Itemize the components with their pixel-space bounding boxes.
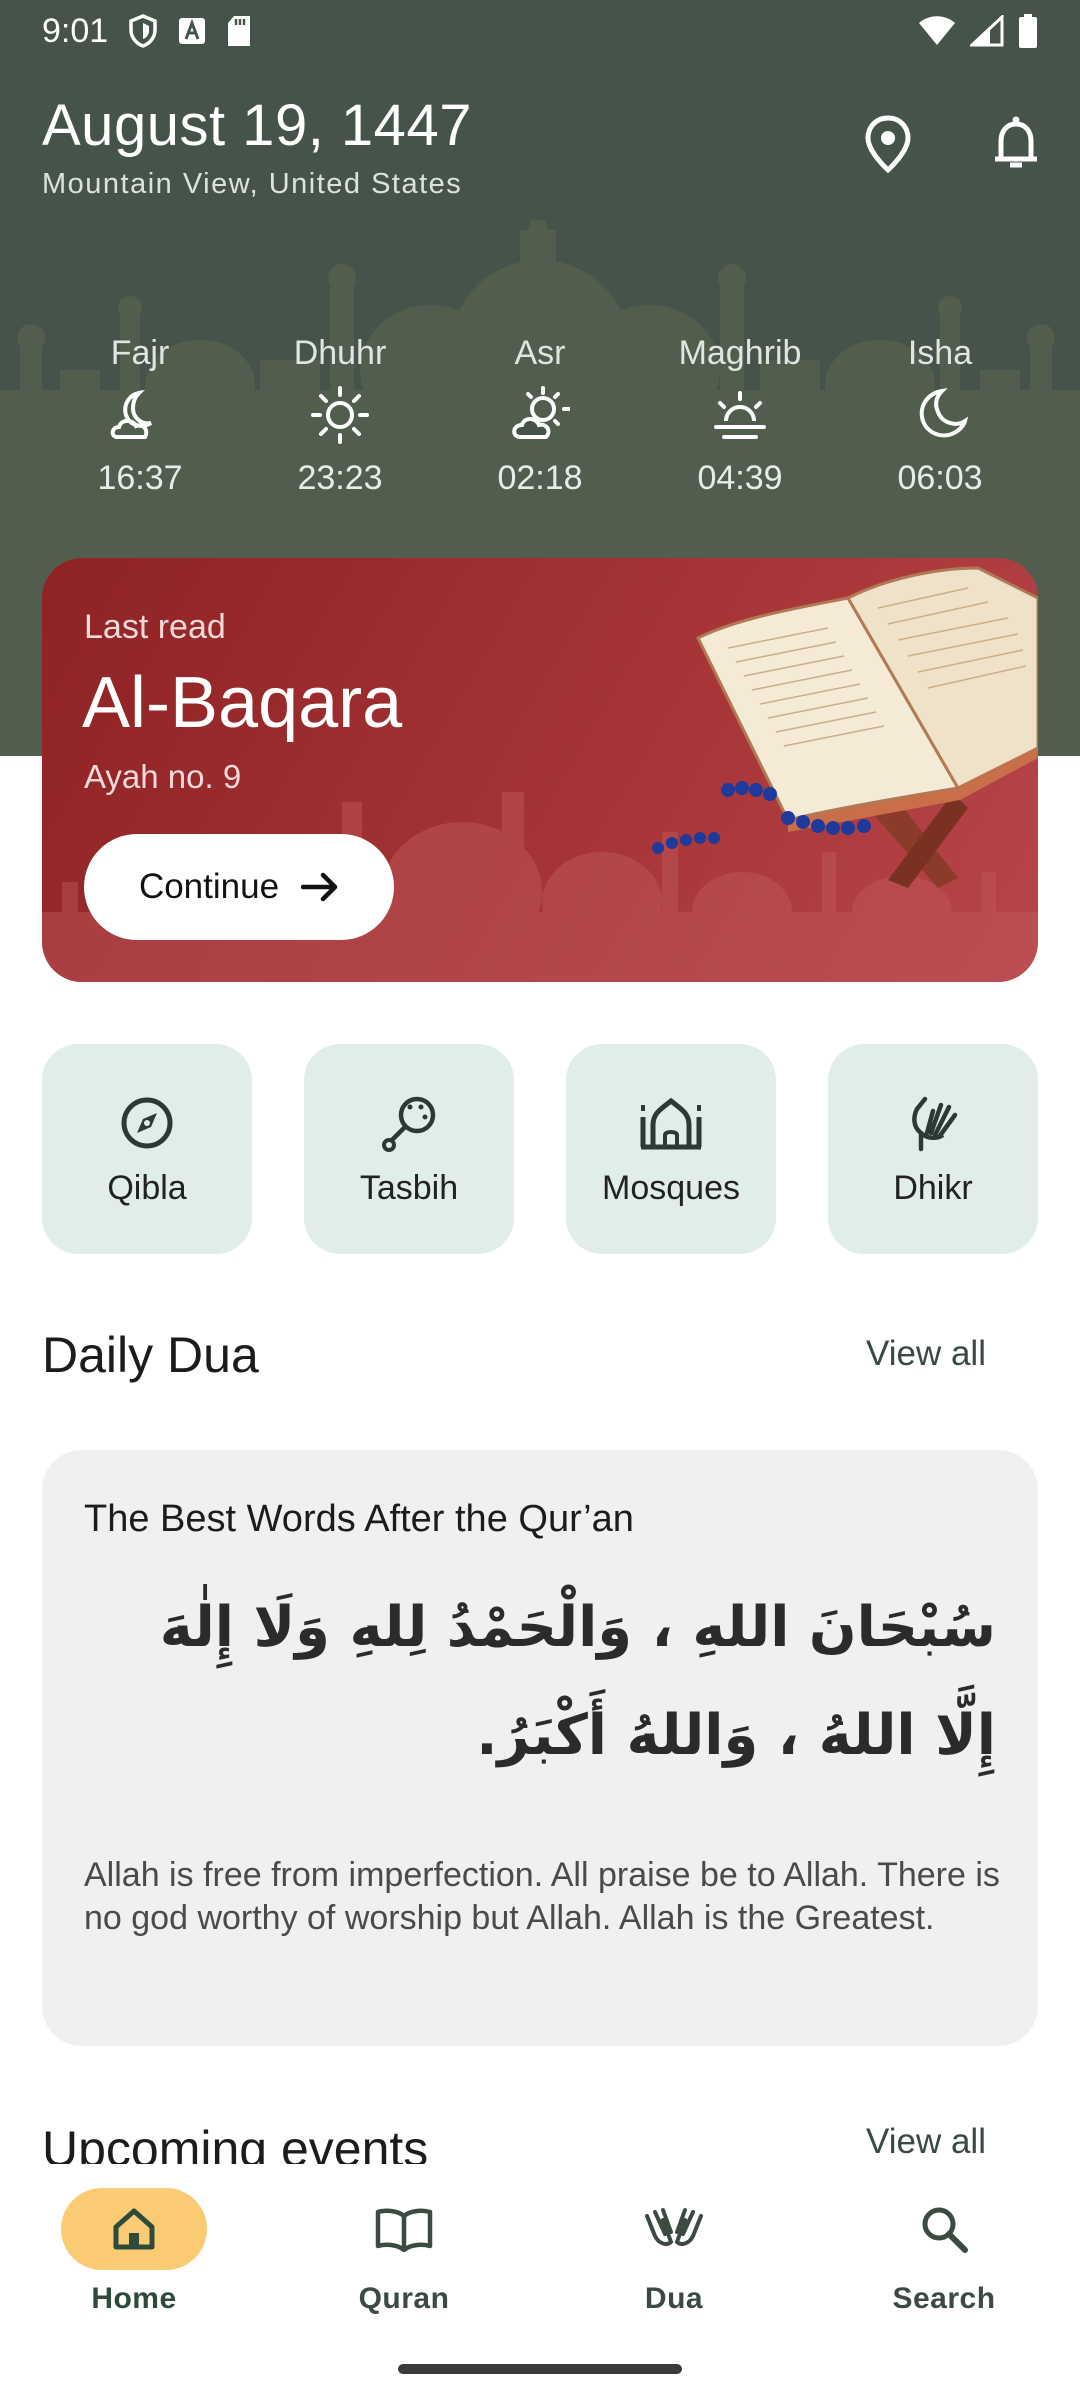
home-indicator[interactable] xyxy=(398,2364,682,2374)
prayer-isha: Isha 06:03 xyxy=(860,334,1020,498)
prayer-name: Fajr xyxy=(110,334,170,372)
nav-quran-label: Quran xyxy=(358,2282,450,2315)
prayer-time: 02:18 xyxy=(497,459,583,497)
location-label: Mountain View, United States xyxy=(42,168,463,200)
prayer-times: Fajr 16:37 Dhuhr 23:23 Asr 02:18 Maghrib xyxy=(60,334,1020,498)
prayer-name: Maghrib xyxy=(678,334,802,372)
nav-home-label: Home xyxy=(91,2282,177,2315)
mosques-button[interactable]: Mosques xyxy=(566,1044,776,1254)
upcoming-view-all-link[interactable]: View all xyxy=(866,2122,986,2162)
nav-quran-pill xyxy=(331,2188,477,2270)
dua-title: The Best Words After the Qur’an xyxy=(84,1498,634,1540)
home-icon xyxy=(113,2208,155,2250)
daily-dua-view-all-link[interactable]: View all xyxy=(866,1334,986,1374)
hands-icon xyxy=(901,1091,965,1155)
wifi-icon xyxy=(919,16,955,45)
qibla-label: Qibla xyxy=(107,1168,187,1207)
qibla-button[interactable]: Qibla xyxy=(42,1044,252,1254)
location-button[interactable] xyxy=(856,112,920,176)
praying-hands-icon xyxy=(645,2208,703,2246)
sun-icon xyxy=(308,383,372,447)
tasbih-button[interactable]: Tasbih xyxy=(304,1044,514,1254)
prayer-fajr: Fajr 16:37 xyxy=(60,334,220,498)
prayer-dhuhr: Dhuhr 23:23 xyxy=(260,334,420,498)
dua-translation: Allah is free from imperfection. All pra… xyxy=(84,1856,1000,1937)
last-read-label: Last read xyxy=(84,608,226,646)
prayer-maghrib: Maghrib 04:39 xyxy=(660,334,820,498)
prayer-time: 23:23 xyxy=(297,459,383,497)
dua-card[interactable]: The Best Words After the Qur’an سُبْحَان… xyxy=(42,1450,1038,2046)
sunset-icon xyxy=(708,383,772,447)
nav-search-label: Search xyxy=(892,2282,996,2315)
upcoming-events-title: Upcoming events xyxy=(42,2121,429,2164)
signal-icon xyxy=(970,15,1004,47)
battery-icon xyxy=(1019,14,1037,48)
arrow-right-icon xyxy=(301,872,338,902)
sun-cloud-icon xyxy=(508,383,572,447)
nav-home[interactable]: Home xyxy=(34,2188,234,2316)
location-pin-icon xyxy=(865,115,911,173)
moon-icon xyxy=(908,383,972,447)
tasbih-label: Tasbih xyxy=(359,1168,459,1207)
hijri-date: August 19, 1447 xyxy=(42,93,472,158)
tasbih-icon xyxy=(377,1091,441,1155)
sd-card-icon xyxy=(228,16,250,46)
nav-home-pill xyxy=(61,2188,207,2270)
bell-icon xyxy=(995,116,1037,168)
prayer-time: 06:03 xyxy=(897,459,983,497)
search-icon xyxy=(922,2207,968,2253)
mosque-icon xyxy=(639,1091,703,1155)
nav-quran[interactable]: Quran xyxy=(304,2188,504,2316)
shield-icon xyxy=(129,14,157,48)
mosques-label: Mosques xyxy=(602,1168,740,1207)
nav-dua-pill xyxy=(601,2188,747,2270)
nav-search[interactable]: Search xyxy=(844,2188,1044,2316)
continue-label: Continue xyxy=(138,867,280,906)
dua-arabic-text: سُبْحَانَ اللهِ ، وَالْحَمْدُ لِلهِ وَلَ… xyxy=(159,1595,996,1768)
daily-dua-title: Daily Dua xyxy=(42,1327,259,1383)
quick-actions: Qibla Tasbih Mosques Dhikr xyxy=(42,1044,1038,1254)
prayer-time: 04:39 xyxy=(697,459,783,497)
nav-search-pill xyxy=(871,2188,1017,2270)
surah-name: Al-Baqara xyxy=(82,663,403,743)
prayer-name: Isha xyxy=(907,334,973,372)
quran-book-illustration xyxy=(652,566,1038,888)
prayer-asr: Asr 02:18 xyxy=(460,334,620,498)
compass-icon xyxy=(115,1091,179,1155)
status-time: 9:01 xyxy=(42,12,109,50)
prayer-name: Asr xyxy=(514,334,566,372)
continue-button[interactable]: Continue xyxy=(84,834,394,940)
book-icon xyxy=(375,2208,433,2252)
last-read-card[interactable]: Last read Al-Baqara Ayah no. 9 Continue xyxy=(42,558,1038,982)
dhikr-button[interactable]: Dhikr xyxy=(828,1044,1038,1254)
prayer-name: Dhuhr xyxy=(293,334,387,372)
font-a-icon xyxy=(179,18,205,44)
nav-dua[interactable]: Dua xyxy=(574,2188,774,2316)
nav-dua-label: Dua xyxy=(644,2282,704,2315)
ayah-number: Ayah no. 9 xyxy=(84,758,242,795)
status-bar: 9:01 xyxy=(0,0,1080,64)
upcoming-events-header: Upcoming events View all xyxy=(0,2100,1080,2164)
notifications-button[interactable] xyxy=(984,112,1048,176)
moon-cloud-icon xyxy=(108,383,172,447)
prayer-time: 16:37 xyxy=(97,459,183,497)
dhikr-label: Dhikr xyxy=(893,1168,973,1207)
